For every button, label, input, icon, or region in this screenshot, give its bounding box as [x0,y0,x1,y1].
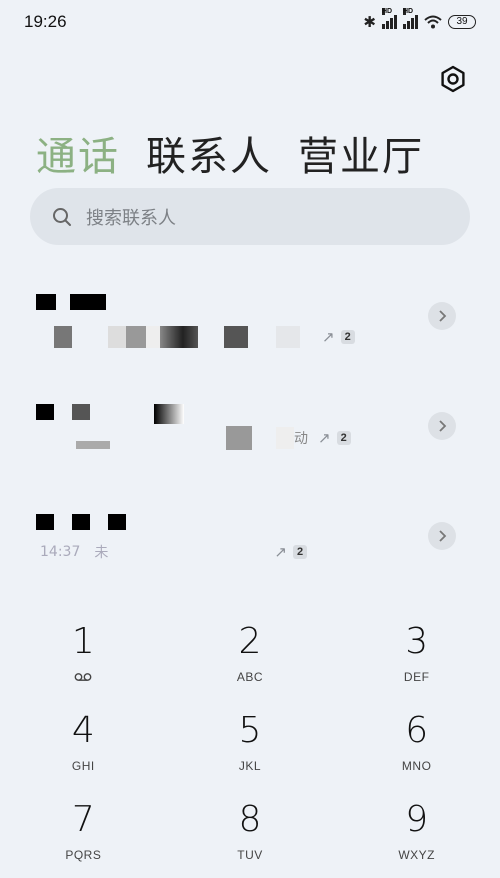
chevron-right-icon [439,420,447,432]
key-2[interactable]: 2 ABC [167,612,334,701]
search-icon [53,207,71,226]
call-details: 14:37 未 ↗ 2 [40,542,308,562]
call-time: 14:37 [40,544,81,560]
call-detail-text: 动 [294,431,308,447]
tab-calls[interactable]: 通话 [36,124,120,182]
call-count-badge: 2 [340,330,355,344]
key-letters: JKL [238,759,262,773]
key-digit: 3 [405,621,429,662]
call-log-item[interactable]: 14:37 未 ↗ 2 [0,502,500,602]
bluetooth-icon: ✱ [363,13,376,31]
call-detail-button[interactable] [428,302,456,330]
key-letters: TUV [237,848,263,862]
key-9[interactable]: 9 WXYZ [333,790,500,878]
key-digit: 2 [238,621,262,662]
status-icons: ✱ HD HD 39 [363,8,476,31]
hd-label: HD [403,8,414,15]
status-bar: 19:26 ✱ HD HD 39 [0,0,500,44]
wifi-icon [424,15,442,29]
key-digit: 1 [71,621,95,662]
key-1[interactable]: 1 [0,612,167,701]
call-log-item[interactable]: ↗ 2 [0,282,500,382]
key-letters: PQRS [65,848,102,862]
call-log-item[interactable]: 动 ↗ 2 [0,392,500,492]
call-details-redacted: ↗ 2 [54,326,355,348]
key-5[interactable]: 5 JKL [167,701,334,790]
key-letters: WXYZ [398,848,435,862]
chevron-right-icon [439,530,447,542]
key-digit: 9 [405,799,429,840]
search-input[interactable]: 搜索联系人 [30,188,470,245]
call-details-redacted: 动 ↗ 2 [40,426,351,450]
contact-name-redacted [36,404,184,424]
key-8[interactable]: 8 TUV [167,790,334,878]
tab-contacts[interactable]: 联系人 [146,124,272,182]
contact-name-redacted [36,294,106,310]
key-letters: ABC [236,670,264,684]
call-count-badge: 2 [292,545,308,559]
key-digit: 5 [238,710,262,751]
dial-keypad: 1 2 ABC 3 DEF 4 GHI 5 JKL 6 MNO 7 PQRS 8… [0,612,500,878]
call-detail-button[interactable] [428,412,456,440]
outgoing-arrow-icon: ↗ [318,429,331,447]
key-letters: MNO [401,759,432,773]
status-time: 19:26 [24,12,67,31]
key-7[interactable]: 7 PQRS [0,790,167,878]
key-6[interactable]: 6 MNO [333,701,500,790]
tab-bar: 通话 联系人 营业厅 [36,124,424,182]
voicemail-icon [74,673,92,681]
outgoing-arrow-icon: ↗ [322,328,335,346]
key-digit: 8 [238,799,262,840]
key-letters: DEF [403,670,430,684]
key-digit: 4 [71,710,95,751]
outgoing-arrow-icon: ↗ [274,543,287,561]
call-status-text: 未 [94,545,109,561]
hd-label: HD [382,8,393,15]
key-3[interactable]: 3 DEF [333,612,500,701]
key-letters: GHI [71,759,95,773]
signal-icon: HD [382,8,397,29]
signal-icon: HD [403,8,418,29]
call-detail-button[interactable] [428,522,456,550]
tab-business-hall[interactable]: 营业厅 [298,124,424,182]
key-4[interactable]: 4 GHI [0,701,167,790]
call-count-badge: 2 [336,431,351,445]
chevron-right-icon [439,310,447,322]
contact-name-redacted [36,514,126,530]
search-placeholder: 搜索联系人 [86,207,176,229]
settings-button[interactable] [438,64,468,94]
settings-icon [441,65,465,93]
battery-icon: 39 [448,15,476,29]
key-digit: 7 [71,799,95,840]
key-digit: 6 [405,710,429,751]
